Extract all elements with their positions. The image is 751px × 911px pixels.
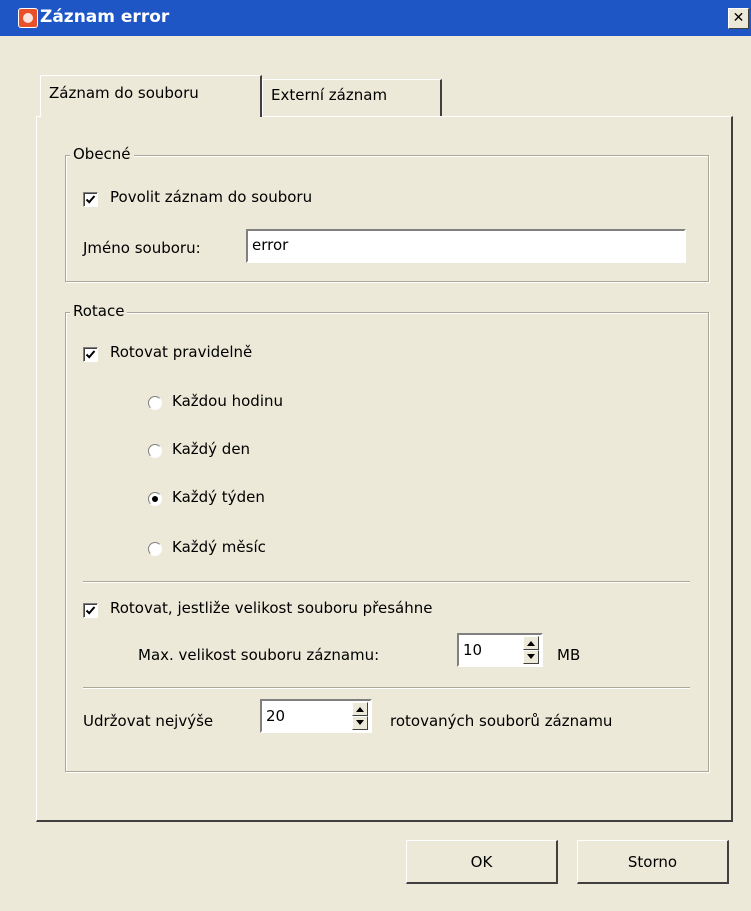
window-title: Záznam error (40, 7, 170, 27)
max-size-unit: MB (557, 646, 581, 664)
radio-every-day-label: Každý den (172, 440, 251, 458)
radio-every-month-label: Každý měsíc (172, 538, 266, 556)
spin-down-arrow-icon (527, 654, 535, 659)
radio-selected-dot (152, 496, 158, 502)
tab-file-log-label: Záznam do souboru (49, 84, 199, 102)
cancel-button[interactable]: Storno (577, 840, 729, 884)
tab-external-log[interactable]: Externí záznam (262, 79, 442, 116)
rotation-separator-1 (83, 581, 690, 582)
radio-every-day[interactable] (148, 444, 162, 458)
app-icon (18, 8, 38, 28)
checkmark-icon (85, 350, 96, 359)
general-groupbox: Obecné Povolit záznam do souboru Jméno s… (65, 145, 709, 282)
tab-external-log-label: Externí záznam (271, 86, 388, 104)
rotation-separator-2 (83, 687, 690, 688)
checkmark-icon (85, 195, 96, 204)
max-size-down-button[interactable] (523, 650, 539, 664)
tab-panel: Obecné Povolit záznam do souboru Jméno s… (36, 116, 733, 822)
max-size-value: 10 (463, 641, 483, 659)
ok-button-label: OK (470, 853, 493, 871)
rotate-periodically-label: Rotovat pravidelně (110, 343, 253, 361)
checkmark-icon (85, 606, 96, 615)
cancel-button-label: Storno (627, 853, 678, 871)
close-icon: ✕ (732, 10, 745, 26)
radio-every-hour-label: Každou hodinu (172, 392, 283, 410)
filename-input[interactable]: error (246, 229, 686, 263)
keep-files-spinbox[interactable]: 20 (260, 699, 372, 733)
spin-up-arrow-icon (527, 641, 535, 646)
filename-value: error (252, 236, 289, 254)
close-button[interactable]: ✕ (728, 8, 749, 29)
keep-files-down-button[interactable] (352, 716, 368, 730)
filename-label: Jméno souboru: (83, 239, 201, 257)
spin-up-arrow-icon (356, 707, 364, 712)
keep-files-label-before: Udržovat nejvýše (83, 712, 214, 730)
max-size-spinbox[interactable]: 10 (457, 633, 543, 667)
title-bar: Záznam error ✕ (0, 0, 751, 36)
enable-file-log-checkbox[interactable] (83, 192, 98, 207)
keep-files-label-after: rotovaných souborů záznamu (390, 712, 613, 730)
max-size-label: Max. velikost souboru záznamu: (138, 646, 380, 664)
keep-files-up-button[interactable] (352, 702, 368, 716)
rotate-by-size-label: Rotovat, jestliže velikost souboru přesá… (110, 599, 433, 617)
rotation-legend: Rotace (70, 302, 128, 320)
keep-files-value: 20 (266, 707, 286, 725)
max-size-up-button[interactable] (523, 636, 539, 650)
radio-every-week[interactable] (148, 492, 162, 506)
radio-every-week-label: Každý týden (172, 488, 265, 506)
rotation-groupbox: Rotace Rotovat pravidelně Každou hodinu … (65, 302, 709, 772)
ok-button[interactable]: OK (406, 840, 558, 884)
enable-file-log-label: Povolit záznam do souboru (110, 188, 313, 206)
general-legend: Obecné (70, 145, 134, 163)
rotate-periodically-checkbox[interactable] (83, 347, 98, 362)
tab-file-log[interactable]: Záznam do souboru (40, 75, 262, 117)
radio-every-hour[interactable] (148, 396, 162, 410)
rotate-by-size-checkbox[interactable] (83, 603, 98, 618)
spin-down-arrow-icon (356, 720, 364, 725)
radio-every-month[interactable] (148, 542, 162, 556)
